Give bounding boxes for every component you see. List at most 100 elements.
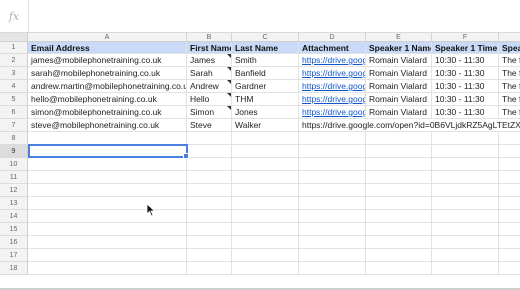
empty-cell[interactable]: [28, 249, 187, 262]
cell-first-name[interactable]: James: [187, 54, 232, 67]
cell-email[interactable]: james@mobilephonetraining.co.uk: [28, 54, 187, 67]
empty-cell[interactable]: [299, 132, 366, 145]
empty-cell[interactable]: [432, 262, 499, 275]
cell-first-name[interactable]: Andrew: [187, 80, 232, 93]
row-header[interactable]: 3: [0, 67, 28, 80]
empty-cell[interactable]: [366, 210, 432, 223]
header-speaker-1-time[interactable]: Speaker 1 Time: [432, 42, 499, 54]
empty-cell[interactable]: [432, 158, 499, 171]
empty-cell[interactable]: [432, 197, 499, 210]
row-header[interactable]: 17: [0, 249, 28, 262]
cell-email[interactable]: steve@mobilephonetraining.co.uk: [28, 119, 187, 132]
empty-cell[interactable]: [499, 171, 520, 184]
empty-cell[interactable]: [366, 262, 432, 275]
active-cell-selection[interactable]: [28, 144, 189, 159]
column-header-g[interactable]: [499, 33, 520, 42]
empty-cell[interactable]: [187, 223, 232, 236]
header-email[interactable]: Email Address: [28, 42, 187, 54]
empty-cell[interactable]: [366, 132, 432, 145]
column-header-a[interactable]: A: [28, 33, 187, 42]
row-header[interactable]: 1: [0, 42, 28, 54]
row-header[interactable]: 2: [0, 54, 28, 67]
row-header[interactable]: 14: [0, 210, 28, 223]
empty-cell[interactable]: [232, 184, 299, 197]
header-first-name[interactable]: First Name: [187, 42, 232, 54]
column-header-d[interactable]: D: [299, 33, 366, 42]
row-header[interactable]: 6: [0, 106, 28, 119]
cell-attachment-link[interactable]: https://drive.googl: [299, 67, 366, 80]
row-header[interactable]: 15: [0, 223, 28, 236]
cell-last-name[interactable]: Gardner: [232, 80, 299, 93]
header-speaker-next[interactable]: Spea: [499, 42, 520, 54]
empty-cell[interactable]: [499, 145, 520, 158]
empty-cell[interactable]: [432, 236, 499, 249]
cell-first-name[interactable]: Steve: [187, 119, 232, 132]
cell-speaker-name[interactable]: Romain Vialard: [366, 106, 432, 119]
empty-cell[interactable]: [28, 236, 187, 249]
cell-last-name[interactable]: THM: [232, 93, 299, 106]
row-header[interactable]: 13: [0, 197, 28, 210]
column-header-f[interactable]: F: [432, 33, 499, 42]
row-header[interactable]: 12: [0, 184, 28, 197]
empty-cell[interactable]: [187, 236, 232, 249]
empty-cell[interactable]: [499, 184, 520, 197]
empty-cell[interactable]: [432, 223, 499, 236]
empty-cell[interactable]: [366, 171, 432, 184]
empty-cell[interactable]: [299, 223, 366, 236]
row-header[interactable]: 8: [0, 132, 28, 145]
cell-speaker-name[interactable]: Romain Vialard: [366, 80, 432, 93]
cell-attachment-link[interactable]: https://drive.googl: [299, 80, 366, 93]
empty-cell[interactable]: [366, 236, 432, 249]
row-header[interactable]: 16: [0, 236, 28, 249]
header-speaker-1-name[interactable]: Speaker 1 Name: [366, 42, 432, 54]
empty-cell[interactable]: [187, 145, 232, 158]
empty-cell[interactable]: [187, 249, 232, 262]
empty-cell[interactable]: [299, 158, 366, 171]
empty-cell[interactable]: [366, 197, 432, 210]
empty-cell[interactable]: [366, 145, 432, 158]
empty-cell[interactable]: [432, 132, 499, 145]
cell-last-name[interactable]: Banfield: [232, 67, 299, 80]
empty-cell[interactable]: [28, 184, 187, 197]
empty-cell[interactable]: [499, 197, 520, 210]
row-header[interactable]: 5: [0, 93, 28, 106]
cell-speaker-next[interactable]: The fu: [499, 54, 520, 67]
empty-cell[interactable]: [232, 249, 299, 262]
empty-cell[interactable]: [232, 210, 299, 223]
cell-speaker-next[interactable]: The fu: [499, 93, 520, 106]
empty-cell[interactable]: [232, 145, 299, 158]
cell-email[interactable]: simon@mobilephonetraining.co.uk: [28, 106, 187, 119]
cell-speaker-time[interactable]: 10:30 - 11:30: [432, 80, 499, 93]
cell-speaker-time[interactable]: 10:30 - 11:30: [432, 106, 499, 119]
empty-cell[interactable]: [432, 145, 499, 158]
column-header-b[interactable]: B: [187, 33, 232, 42]
fill-handle[interactable]: [183, 153, 189, 159]
empty-cell[interactable]: [499, 210, 520, 223]
empty-cell[interactable]: [28, 197, 187, 210]
empty-cell[interactable]: [432, 184, 499, 197]
cell-speaker-name[interactable]: Romain Vialard: [366, 67, 432, 80]
empty-cell[interactable]: [499, 132, 520, 145]
empty-cell[interactable]: [299, 184, 366, 197]
empty-cell[interactable]: [187, 197, 232, 210]
empty-cell[interactable]: [28, 171, 187, 184]
cell-speaker-time[interactable]: 10:30 - 11:30: [432, 67, 499, 80]
empty-cell[interactable]: [232, 223, 299, 236]
empty-cell[interactable]: [299, 171, 366, 184]
cell-attachment-link[interactable]: https://drive.googl: [299, 93, 366, 106]
empty-cell[interactable]: [28, 210, 187, 223]
cell-last-name[interactable]: Walker: [232, 119, 299, 132]
cell-last-name[interactable]: Jones: [232, 106, 299, 119]
column-header-e[interactable]: E: [366, 33, 432, 42]
cell-speaker-time[interactable]: 10:30 - 11:30: [432, 93, 499, 106]
header-last-name[interactable]: Last Name: [232, 42, 299, 54]
cell-speaker-next[interactable]: The fu: [499, 80, 520, 93]
empty-cell[interactable]: [187, 210, 232, 223]
empty-cell[interactable]: [232, 197, 299, 210]
empty-cell[interactable]: [187, 158, 232, 171]
formula-input[interactable]: [29, 0, 520, 32]
empty-cell[interactable]: [499, 236, 520, 249]
empty-cell[interactable]: [28, 158, 187, 171]
empty-cell[interactable]: [232, 132, 299, 145]
empty-cell[interactable]: [232, 262, 299, 275]
